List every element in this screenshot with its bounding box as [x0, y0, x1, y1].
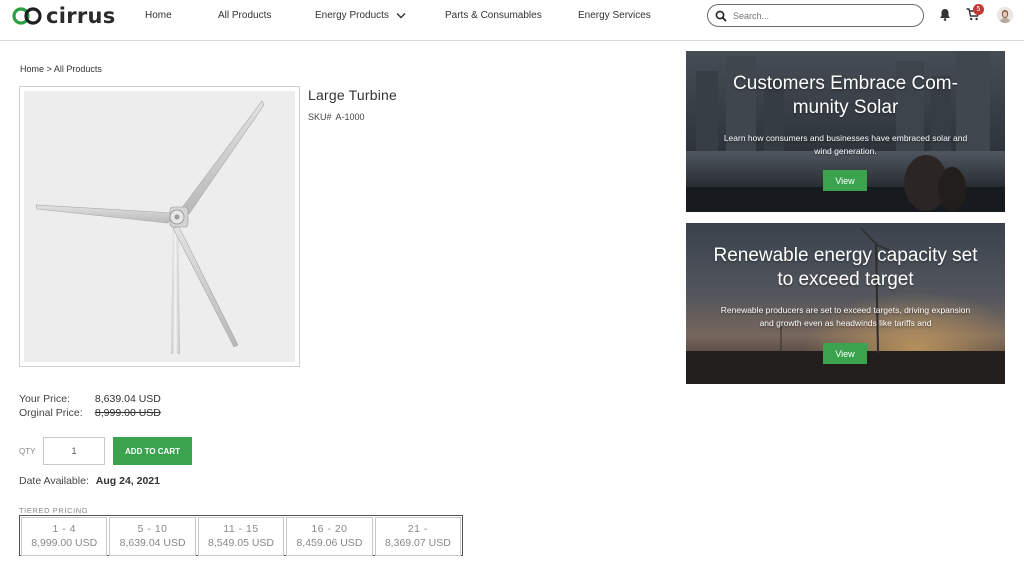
product-title: Large Turbine: [308, 87, 397, 103]
view-button[interactable]: View: [823, 170, 867, 191]
promo-card-community-solar: Customers Embrace Com-munity Solar Learn…: [686, 51, 1005, 212]
original-price-value: 8,999.00 USD: [94, 407, 161, 419]
nav-energy-products-label: Energy Products: [315, 10, 389, 21]
tier-cell: 16 - 20 8,459.06 USD: [286, 517, 373, 556]
original-price-row: Orginal Price: 8,999.00 USD: [19, 407, 161, 419]
tier-range: 5 - 10: [137, 523, 168, 535]
add-to-cart-button[interactable]: ADD TO CART: [113, 437, 192, 465]
nav-parts-consumables[interactable]: Parts & Consumables: [445, 10, 542, 22]
date-available-value: Aug 24, 2021: [95, 475, 160, 487]
your-price-row: Your Price: 8,639.04 USD: [19, 393, 161, 405]
date-available-label: Date Available:: [19, 475, 89, 487]
tier-range: 11 - 15: [223, 523, 259, 535]
sku-value: A-1000: [335, 112, 365, 122]
bell-icon[interactable]: [939, 8, 951, 21]
promo-title: Renewable energy capacity set to exceed …: [713, 245, 978, 290]
promo-description: Renewable producers are set to exceed ta…: [720, 305, 971, 328]
search-box[interactable]: [707, 4, 924, 27]
tiered-pricing-table: 1 - 4 8,999.00 USD 5 - 10 8,639.04 USD 1…: [19, 515, 463, 556]
breadcrumb-separator: >: [46, 64, 52, 74]
nav-home[interactable]: Home: [145, 10, 172, 22]
nav-energy-products[interactable]: Energy Products: [315, 10, 406, 22]
view-button[interactable]: View: [823, 343, 867, 364]
tier-price: 8,369.07 USD: [384, 537, 451, 549]
promo-card-renewable-capacity: Renewable energy capacity set to exceed …: [686, 223, 1005, 384]
user-avatar[interactable]: [997, 7, 1013, 23]
tier-range: 1 - 4: [52, 523, 76, 535]
top-header: cirrus Home All Products Energy Products…: [0, 0, 1024, 41]
tier-range: 21 -: [407, 523, 428, 535]
search-input[interactable]: [733, 8, 913, 23]
qty-label: QTY: [19, 447, 36, 456]
tier-range: 16 - 20: [311, 523, 348, 535]
product-image-frame: [19, 86, 300, 367]
chevron-down-icon: [396, 12, 406, 19]
breadcrumb: Home > All Products: [20, 64, 102, 74]
tier-cell: 21 - 8,369.07 USD: [374, 517, 462, 556]
nav-all-products[interactable]: All Products: [218, 10, 271, 22]
promo-title: Customers Embrace Com-munity Solar: [733, 73, 958, 118]
nav-energy-services[interactable]: Energy Services: [578, 10, 651, 22]
breadcrumb-all-products[interactable]: All Products: [54, 64, 102, 74]
cart-count-badge: 5: [973, 4, 984, 15]
your-price-value: 8,639.04 USD: [94, 393, 161, 405]
sku-label: SKU#: [308, 112, 332, 122]
breadcrumb-home[interactable]: Home: [20, 64, 44, 74]
tier-cell: 1 - 4 8,999.00 USD: [21, 517, 108, 556]
tier-price: 8,639.04 USD: [119, 537, 186, 549]
tier-cell: 5 - 10 8,639.04 USD: [109, 517, 196, 556]
search-icon: [715, 10, 727, 22]
product-image[interactable]: [24, 91, 295, 362]
promo-description: Learn how consumers and businesses have …: [723, 133, 968, 156]
tiered-pricing-title: TIERED PRICING: [19, 506, 89, 515]
your-price-label: Your Price:: [19, 393, 70, 405]
quantity-input[interactable]: [43, 437, 105, 465]
date-available: Date Available: Aug 24, 2021: [19, 475, 160, 487]
tier-price: 8,549.05 USD: [208, 537, 274, 549]
cirrus-logo[interactable]: cirrus: [12, 5, 116, 27]
logo-mark-icon: [12, 7, 42, 25]
tier-price: 8,459.06 USD: [296, 537, 363, 549]
product-sku: SKU# A-1000: [308, 112, 365, 122]
user-portrait-icon: [997, 7, 1013, 23]
tier-cell: 11 - 15 8,549.05 USD: [197, 517, 285, 556]
tier-price: 8,999.00 USD: [31, 537, 98, 549]
original-price-label: Orginal Price:: [19, 407, 83, 419]
brand-name: cirrus: [46, 4, 116, 28]
wind-turbine-illustration: [35, 100, 265, 354]
